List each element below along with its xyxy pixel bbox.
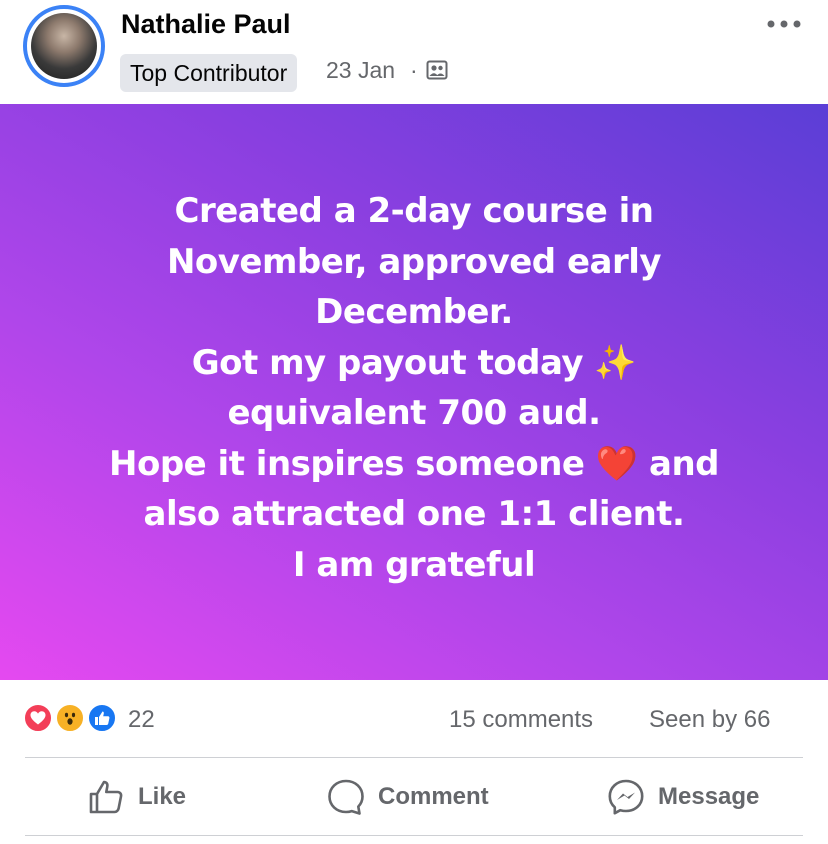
group-members-icon [426,60,448,80]
comment-bubble-icon [328,779,364,815]
wow-reaction-icon[interactable] [55,703,85,733]
post-date[interactable]: 23 Jan [326,57,395,84]
author-name[interactable]: Nathalie Paul [121,9,291,40]
meta-separator: · [410,57,418,83]
reaction-stats: 22 15 comments Seen by 66 [0,700,828,744]
reaction-count[interactable]: 22 [128,706,155,734]
comment-label: Comment [378,783,489,810]
messenger-icon [608,779,644,815]
like-label: Like [138,783,187,810]
message-button[interactable]: Message [606,776,759,818]
comment-button[interactable]: Comment [326,776,489,818]
message-label: Message [658,783,760,810]
action-bar: Like Comment Message [0,758,828,836]
avatar[interactable] [23,5,105,87]
top-contributor-badge: Top Contributor [120,54,298,92]
comments-count-link[interactable]: 15 comments [449,706,593,734]
post-header: Nathalie Paul Top Contributor 23 Jan · [0,0,828,104]
like-button[interactable]: Like [86,776,186,818]
post-text: Created a 2-day course in November, appr… [109,191,719,585]
love-reaction-icon[interactable] [23,703,53,733]
thumbs-up-icon [89,780,123,814]
post-background[interactable]: Created a 2-day course in November, appr… [0,104,828,680]
more-options-icon[interactable] [766,14,802,34]
seen-by-link[interactable]: Seen by 66 [649,706,770,734]
like-reaction-icon[interactable] [87,703,117,733]
avatar-photo [31,13,97,79]
divider [25,835,803,836]
